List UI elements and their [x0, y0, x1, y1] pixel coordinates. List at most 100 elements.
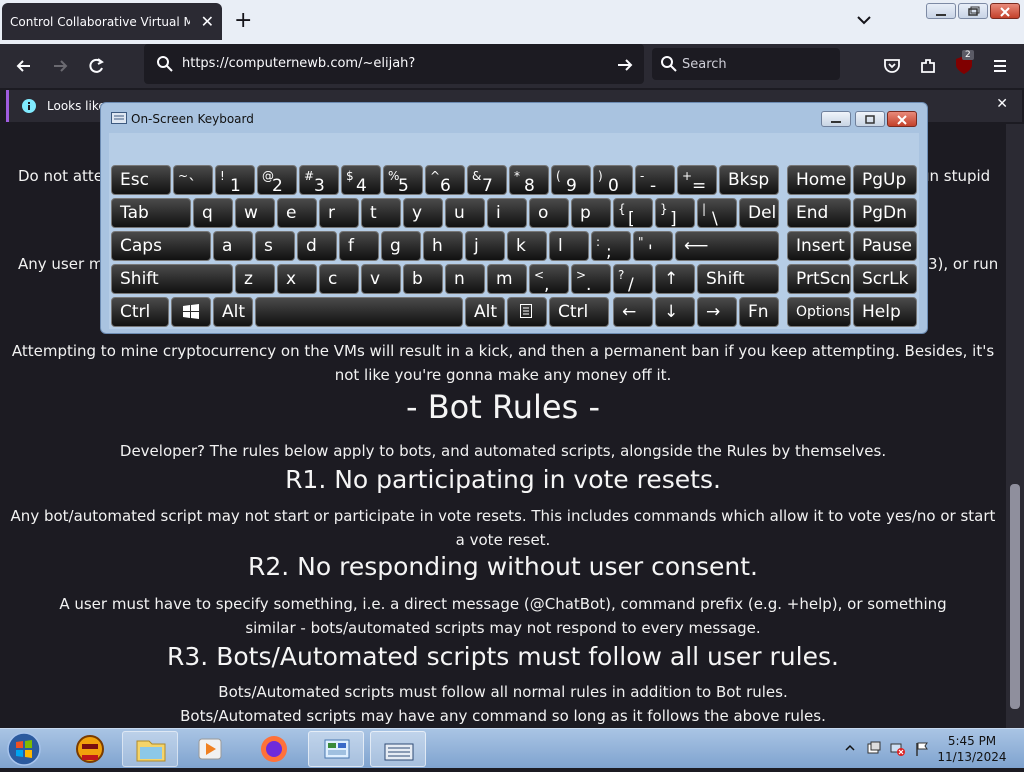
- key-left-bracket[interactable]: {[: [613, 198, 653, 228]
- key-m[interactable]: m: [487, 264, 527, 294]
- key-backspace[interactable]: Bksp: [719, 165, 779, 195]
- key-9[interactable]: (9: [551, 165, 591, 195]
- key-insert[interactable]: Insert: [787, 231, 851, 261]
- go-arrow-icon[interactable]: [616, 56, 634, 74]
- key-down-arrow[interactable]: ↓: [655, 297, 695, 327]
- key-u[interactable]: u: [445, 198, 485, 228]
- key-r[interactable]: r: [319, 198, 359, 228]
- key-z[interactable]: z: [235, 264, 275, 294]
- key-left-arrow[interactable]: ←: [613, 297, 653, 327]
- key-scrlk[interactable]: ScrLk: [853, 264, 917, 294]
- key-s[interactable]: s: [255, 231, 295, 261]
- key-period[interactable]: >.: [571, 264, 611, 294]
- key-8[interactable]: * 8: [509, 165, 549, 195]
- key-f[interactable]: f: [339, 231, 379, 261]
- key-backslash[interactable]: | \: [697, 198, 737, 228]
- key-tilde[interactable]: ~ `: [173, 165, 213, 195]
- osk-titlebar[interactable]: On-Screen Keyboard: [101, 103, 927, 133]
- extensions-icon[interactable]: [918, 56, 938, 76]
- flag-icon[interactable]: [914, 741, 930, 757]
- notification-close-icon[interactable]: ✕: [996, 96, 1008, 112]
- back-arrow-icon[interactable]: [14, 56, 34, 76]
- url-bar[interactable]: https://computernewb.com/~elijah?: [144, 44, 644, 84]
- key-esc[interactable]: Esc: [111, 165, 171, 195]
- key-ctrl-left[interactable]: Ctrl: [111, 297, 169, 327]
- system-clock[interactable]: 5:45 PM 11/13/2024: [930, 733, 1014, 765]
- key-7[interactable]: & 7: [467, 165, 507, 195]
- key-p[interactable]: p: [571, 198, 611, 228]
- key-alt-left[interactable]: Alt: [213, 297, 253, 327]
- key-alt-right[interactable]: Alt: [465, 297, 505, 327]
- key-windows[interactable]: [171, 297, 211, 327]
- tab-active[interactable]: Control Collaborative Virtual Machin ✕: [2, 3, 222, 40]
- osk-minimize-button[interactable]: [821, 111, 851, 127]
- key-prtscn[interactable]: PrtScn: [787, 264, 851, 294]
- key-ctrl-right[interactable]: Ctrl: [549, 297, 609, 327]
- key-l[interactable]: l: [549, 231, 589, 261]
- action-center-icon[interactable]: [866, 741, 882, 757]
- key-pgdn[interactable]: PgDn: [853, 198, 917, 228]
- new-tab-button[interactable]: +: [234, 8, 252, 33]
- key-e[interactable]: e: [277, 198, 317, 228]
- key-y[interactable]: y: [403, 198, 443, 228]
- key-x[interactable]: x: [277, 264, 317, 294]
- key-2[interactable]: @2: [257, 165, 297, 195]
- key-k[interactable]: k: [507, 231, 547, 261]
- taskbar-firefox[interactable]: [246, 731, 302, 767]
- key-d[interactable]: d: [297, 231, 337, 261]
- chevron-down-icon[interactable]: [856, 12, 872, 28]
- key-pause[interactable]: Pause: [853, 231, 917, 261]
- key-help[interactable]: Help: [853, 297, 917, 327]
- osk-maximize-button[interactable]: [855, 111, 885, 127]
- key-i[interactable]: i: [487, 198, 527, 228]
- taskbar-media-player[interactable]: [182, 731, 238, 767]
- key-slash[interactable]: ? /: [613, 264, 653, 294]
- key-6[interactable]: ^ 6: [425, 165, 465, 195]
- key-right-arrow[interactable]: →: [697, 297, 737, 327]
- key-1[interactable]: ! 1: [215, 165, 255, 195]
- key-3[interactable]: #3: [299, 165, 339, 195]
- taskbar-on-screen-keyboard[interactable]: [370, 731, 426, 767]
- forward-arrow-icon[interactable]: [50, 56, 70, 76]
- key-pgup[interactable]: PgUp: [853, 165, 917, 195]
- key-j[interactable]: j: [465, 231, 505, 261]
- key-tab[interactable]: Tab: [111, 198, 191, 228]
- key-quote[interactable]: " ': [633, 231, 673, 261]
- show-hidden-icons-icon[interactable]: [845, 743, 855, 753]
- key-fn[interactable]: Fn: [739, 297, 779, 327]
- key-4[interactable]: $4: [341, 165, 381, 195]
- key-equals[interactable]: + =: [677, 165, 717, 195]
- key-o[interactable]: o: [529, 198, 569, 228]
- key-up-arrow[interactable]: ↑: [655, 264, 695, 294]
- search-bar[interactable]: Search: [652, 48, 840, 80]
- key-semicolon[interactable]: :;: [591, 231, 631, 261]
- url-text[interactable]: https://computernewb.com/~elijah?: [182, 56, 415, 71]
- key-del[interactable]: Del: [739, 198, 779, 228]
- key-space[interactable]: [255, 297, 463, 327]
- key-v[interactable]: v: [361, 264, 401, 294]
- network-icon[interactable]: [890, 741, 906, 757]
- key-minus[interactable]: --: [635, 165, 675, 195]
- key-comma[interactable]: <,: [529, 264, 569, 294]
- osk-close-button[interactable]: [887, 111, 917, 127]
- taskbar-file-explorer[interactable]: [122, 731, 178, 767]
- key-h[interactable]: h: [423, 231, 463, 261]
- key-menu[interactable]: [507, 297, 547, 327]
- key-5[interactable]: % 5: [383, 165, 423, 195]
- key-shift-left[interactable]: Shift: [111, 264, 233, 294]
- key-end[interactable]: End: [787, 198, 851, 228]
- key-options[interactable]: Options: [787, 297, 851, 327]
- key-w[interactable]: w: [235, 198, 275, 228]
- key-home[interactable]: Home: [787, 165, 851, 195]
- key-enter[interactable]: ⟵: [675, 231, 779, 261]
- page-scrollbar[interactable]: [1006, 124, 1024, 728]
- reload-icon[interactable]: [86, 56, 106, 76]
- tab-close-icon[interactable]: ✕: [201, 12, 214, 31]
- taskbar-app-pinned[interactable]: [62, 731, 118, 767]
- key-b[interactable]: b: [403, 264, 443, 294]
- key-g[interactable]: g: [381, 231, 421, 261]
- window-restore-button[interactable]: [958, 3, 988, 19]
- key-c[interactable]: c: [319, 264, 359, 294]
- key-shift-right[interactable]: Shift: [697, 264, 779, 294]
- key-n[interactable]: n: [445, 264, 485, 294]
